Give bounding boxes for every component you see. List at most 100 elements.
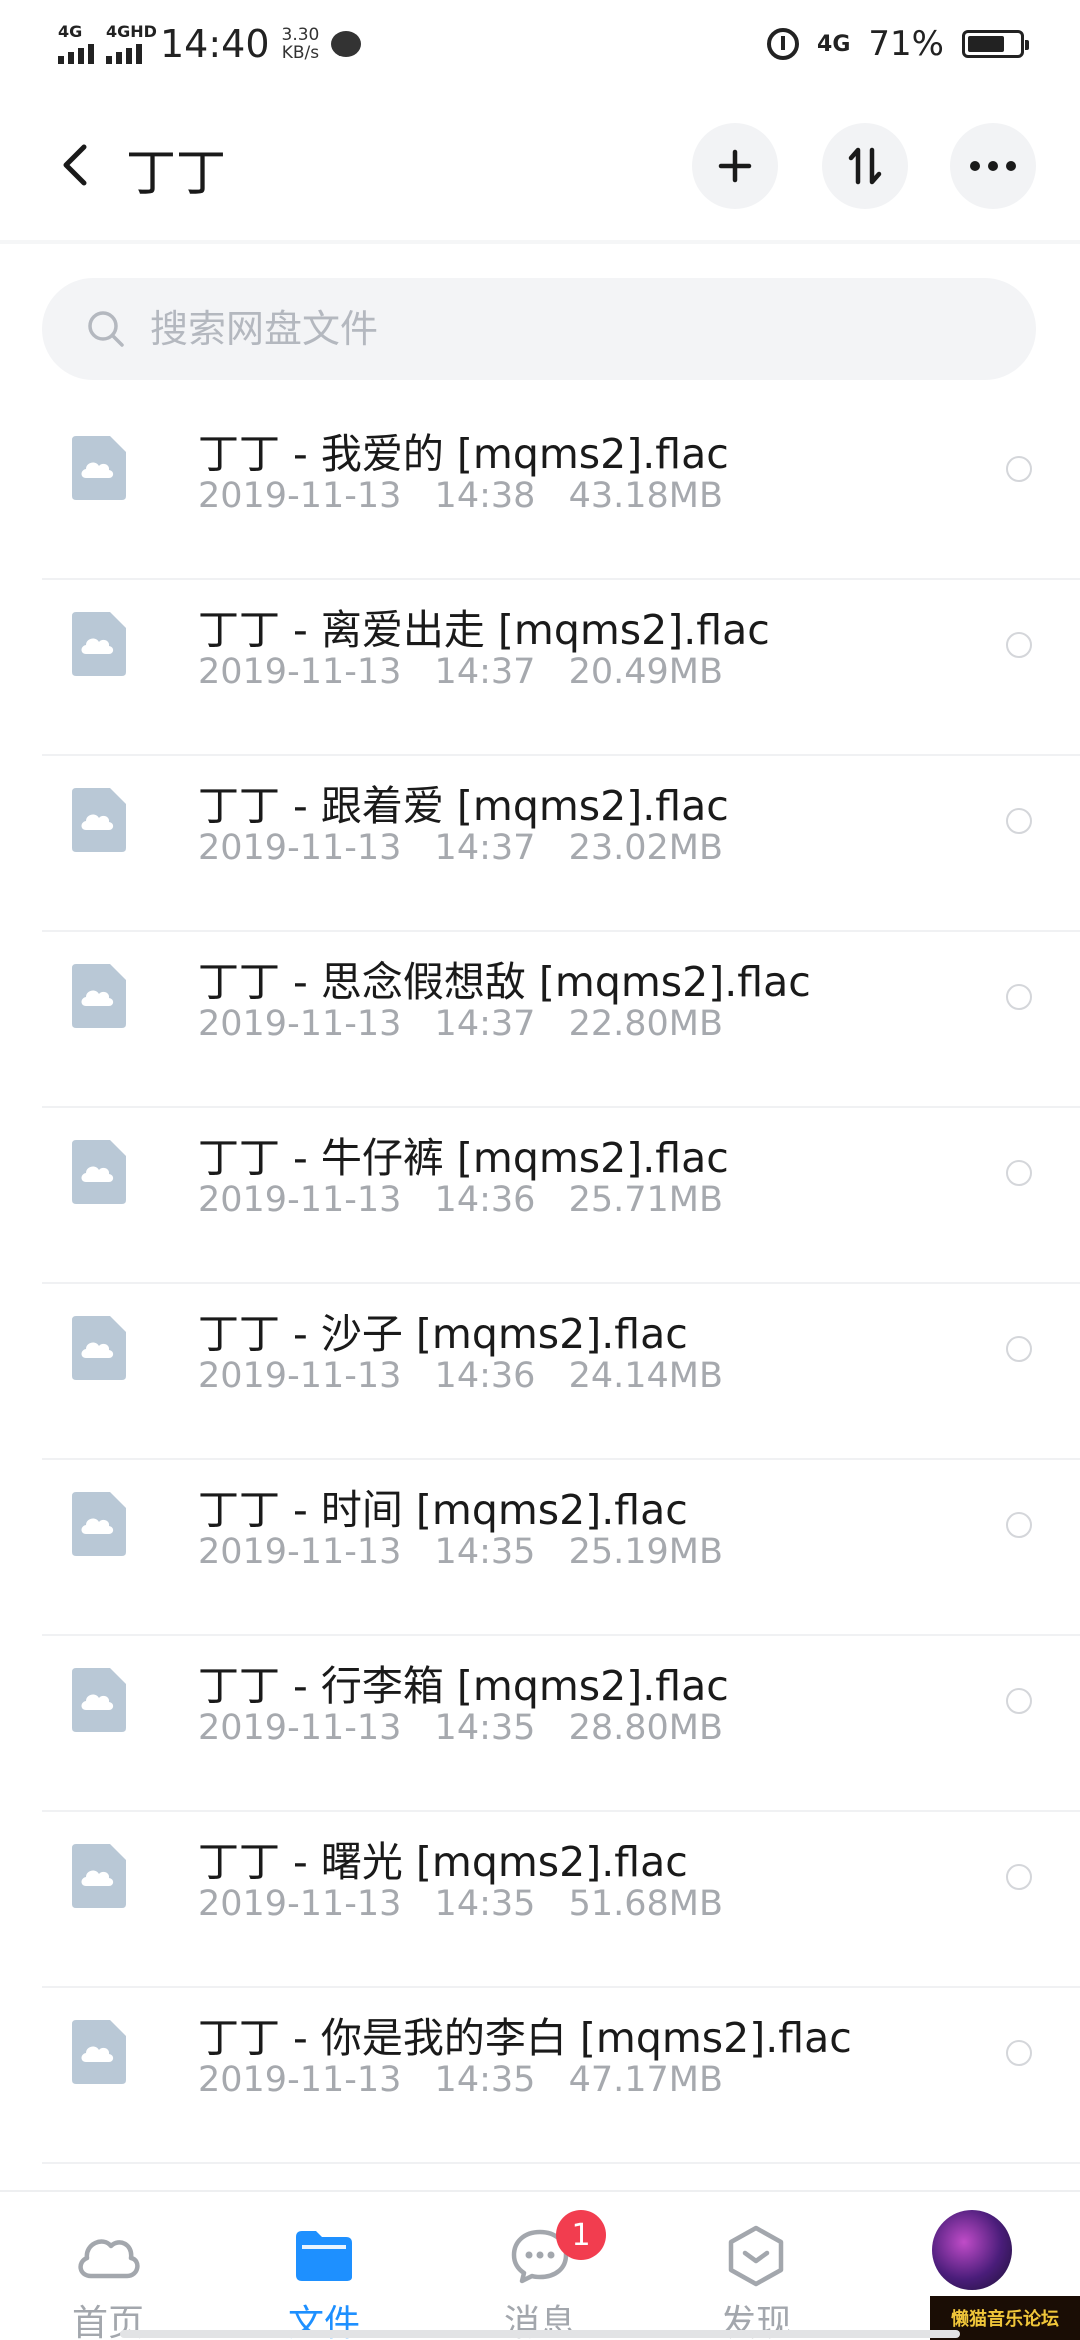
file-date: 2019-11-13	[198, 1004, 402, 1044]
more-button[interactable]	[950, 123, 1036, 209]
file-time: 14:37	[434, 652, 536, 692]
file-size: 47.17MB	[568, 2060, 723, 2100]
sort-arrows-icon	[848, 147, 882, 185]
file-list: 丁丁 - 我爱的 [mqms2].flac 2019-11-13 14:38 43…	[0, 404, 1080, 2164]
back-arrow-icon[interactable]	[56, 143, 96, 187]
list-item[interactable]: 丁丁 - 时间 [mqms2].flac 2019-11-13 14:35 25.…	[0, 1460, 1080, 1636]
file-time: 14:36	[434, 1180, 536, 1220]
battery-icon	[962, 30, 1029, 58]
file-name: 丁丁 - 我爱的 [mqms2].flac	[198, 430, 729, 478]
page-title: 丁丁	[126, 144, 226, 202]
battery-percent: 71%	[868, 24, 944, 64]
file-time: 14:36	[434, 1356, 536, 1396]
list-item[interactable]: 丁丁 - 离爱出走 [mqms2].flac 2019-11-13 14:37 2…	[0, 580, 1080, 756]
add-button[interactable]	[692, 123, 778, 209]
file-size: 25.71MB	[568, 1180, 723, 1220]
list-item[interactable]: 丁丁 - 思念假想敌 [mqms2].flac 2019-11-13 14:37 …	[0, 932, 1080, 1108]
audio-file-icon	[72, 788, 126, 852]
file-time: 14:35	[434, 2060, 536, 2100]
speed-unit: KB/s	[281, 43, 320, 63]
audio-file-icon	[72, 612, 126, 676]
file-time: 14:35	[434, 1884, 536, 1924]
select-radio[interactable]	[1006, 1864, 1032, 1890]
file-meta: 2019-11-13 14:35 51.68MB	[198, 1884, 723, 1924]
cloud-icon	[78, 2239, 140, 2279]
file-size: 43.18MB	[568, 476, 723, 516]
file-meta: 2019-11-13 14:35 25.19MB	[198, 1532, 723, 1572]
list-item[interactable]: 丁丁 - 你是我的李白 [mqms2].flac 2019-11-13 14:35…	[0, 1988, 1080, 2164]
file-meta: 2019-11-13 14:35 28.80MB	[198, 1708, 723, 1748]
status-bar: 4G 4GHD 14:40 3.30 KB/s 4G 71%	[0, 0, 1080, 88]
audio-file-icon	[72, 1492, 126, 1556]
select-radio[interactable]	[1006, 2040, 1032, 2066]
row-divider	[42, 2162, 1080, 2164]
select-radio[interactable]	[1006, 632, 1032, 658]
speed-value: 3.30	[281, 25, 320, 45]
select-radio[interactable]	[1006, 1160, 1032, 1186]
file-meta: 2019-11-13 14:36 25.71MB	[198, 1180, 723, 1220]
alarm-icon	[767, 28, 800, 60]
file-size: 51.68MB	[568, 1884, 723, 1924]
audio-file-icon	[72, 1140, 126, 1204]
tab-home[interactable]: 首页	[38, 2220, 178, 2340]
file-meta: 2019-11-13 14:37 22.80MB	[198, 1004, 723, 1044]
file-size: 22.80MB	[568, 1004, 723, 1044]
list-item[interactable]: 丁丁 - 曙光 [mqms2].flac 2019-11-13 14:35 51.…	[0, 1812, 1080, 1988]
file-time: 14:38	[434, 476, 536, 516]
list-item[interactable]: 丁丁 - 牛仔裤 [mqms2].flac 2019-11-13 14:36 25…	[0, 1108, 1080, 1284]
file-date: 2019-11-13	[198, 652, 402, 692]
select-radio[interactable]	[1006, 456, 1032, 482]
file-time: 14:35	[434, 1532, 536, 1572]
signal2-label: 4GHD	[106, 22, 157, 41]
discover-icon	[728, 2225, 784, 2287]
tab-discover[interactable]: 发现	[686, 2220, 826, 2340]
file-date: 2019-11-13	[198, 1356, 402, 1396]
home-indicator[interactable]	[120, 2330, 960, 2338]
search-bar[interactable]	[42, 278, 1036, 380]
audio-file-icon	[72, 1316, 126, 1380]
list-item[interactable]: 丁丁 - 跟着爱 [mqms2].flac 2019-11-13 14:37 23…	[0, 756, 1080, 932]
file-name: 丁丁 - 跟着爱 [mqms2].flac	[198, 782, 729, 830]
file-time: 14:35	[434, 1708, 536, 1748]
select-radio[interactable]	[1006, 1512, 1032, 1538]
list-item[interactable]: 丁丁 - 行李箱 [mqms2].flac 2019-11-13 14:35 28…	[0, 1636, 1080, 1812]
audio-file-icon	[72, 436, 126, 500]
signal-strength-icon: 4GHD	[106, 22, 157, 64]
file-size: 23.02MB	[568, 828, 723, 868]
file-size: 20.49MB	[568, 652, 723, 692]
file-name: 丁丁 - 思念假想敌 [mqms2].flac	[198, 958, 811, 1006]
header: 丁丁	[0, 115, 1080, 215]
select-radio[interactable]	[1006, 1688, 1032, 1714]
file-date: 2019-11-13	[198, 1708, 402, 1748]
signal-strength-icon: 4G	[58, 22, 94, 64]
file-size: 28.80MB	[568, 1708, 723, 1748]
chat-notification-icon	[331, 31, 362, 57]
unread-badge: 1	[556, 2210, 606, 2260]
file-date: 2019-11-13	[198, 2060, 402, 2100]
file-name: 丁丁 - 时间 [mqms2].flac	[198, 1486, 688, 1534]
file-meta: 2019-11-13 14:38 43.18MB	[198, 476, 723, 516]
plus-icon	[718, 149, 752, 183]
select-radio[interactable]	[1006, 808, 1032, 834]
list-item[interactable]: 丁丁 - 我爱的 [mqms2].flac 2019-11-13 14:38 43…	[0, 404, 1080, 580]
file-meta: 2019-11-13 14:37 23.02MB	[198, 828, 723, 868]
header-divider	[0, 240, 1080, 244]
tab-messages[interactable]: 消息 1	[470, 2210, 610, 2340]
avatar[interactable]	[932, 2210, 1012, 2290]
audio-file-icon	[72, 1668, 126, 1732]
file-name: 丁丁 - 牛仔裤 [mqms2].flac	[198, 1134, 729, 1182]
search-input[interactable]	[150, 307, 950, 351]
list-item[interactable]: 丁丁 - 沙子 [mqms2].flac 2019-11-13 14:36 24.…	[0, 1284, 1080, 1460]
tab-files[interactable]: 文件	[254, 2220, 394, 2340]
file-date: 2019-11-13	[198, 828, 402, 868]
sort-button[interactable]	[822, 123, 908, 209]
file-date: 2019-11-13	[198, 476, 402, 516]
search-icon	[88, 311, 124, 347]
mobile-data-label: 4G	[817, 31, 851, 57]
select-radio[interactable]	[1006, 984, 1032, 1010]
select-radio[interactable]	[1006, 1336, 1032, 1362]
clock: 14:40	[160, 22, 270, 66]
more-dots-icon	[970, 161, 1016, 171]
audio-file-icon	[72, 964, 126, 1028]
bottom-tab-bar: 首页 文件 消息 1 发现	[0, 2190, 1080, 2340]
